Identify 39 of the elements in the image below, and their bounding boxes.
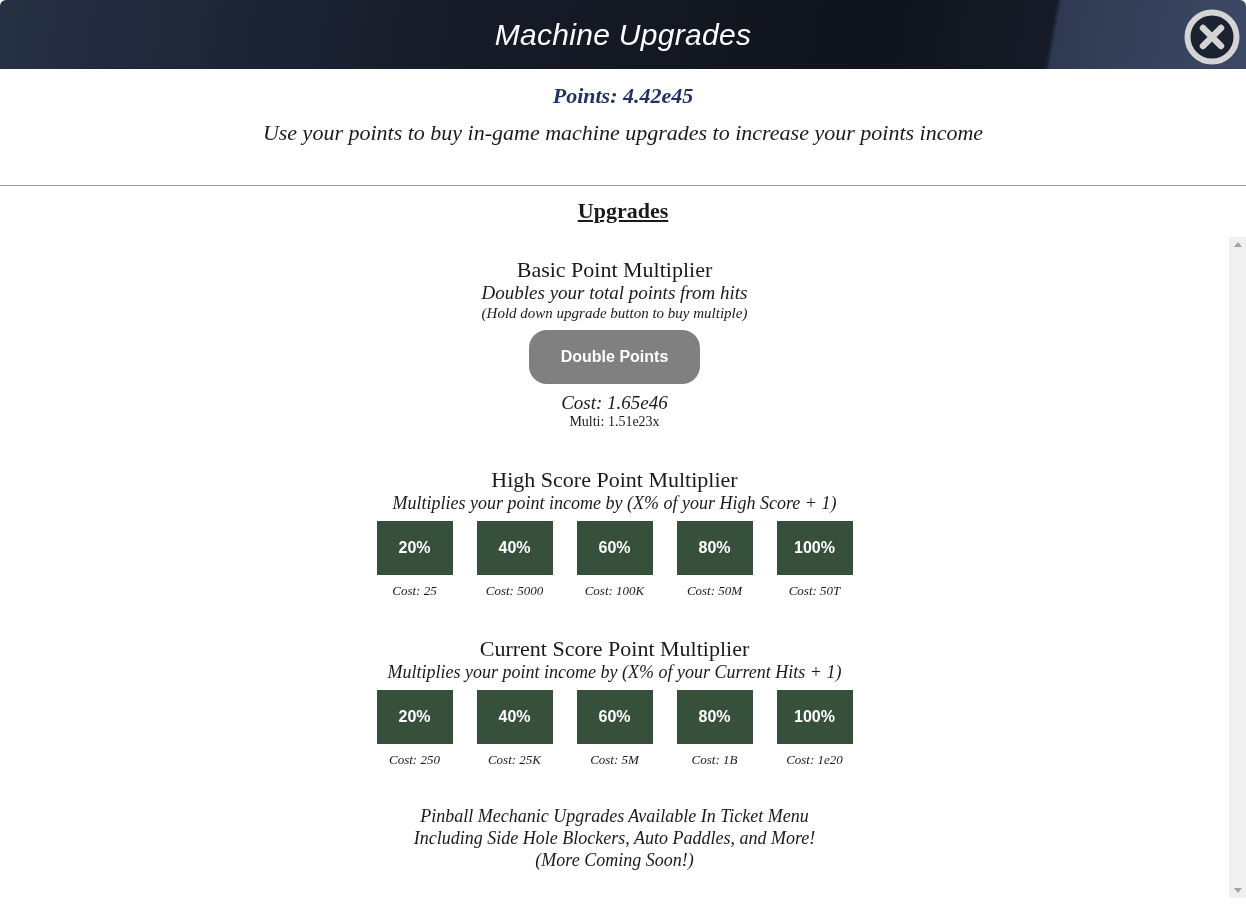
tier-cost-text: Cost: 5M (590, 752, 639, 768)
points-text: Points: 4.42e45 (552, 83, 694, 109)
tier-cost-text: Cost: 25K (487, 752, 542, 768)
window-title: Machine Upgrades (494, 17, 752, 52)
upgrade-title: Current Score Point Multiplier (479, 637, 750, 661)
scroll-down-icon[interactable] (1233, 888, 1242, 893)
tier-cost-text: Cost: 25 (392, 583, 437, 599)
section-heading: Upgrades (577, 198, 669, 224)
close-icon (1184, 9, 1240, 65)
tier-cost-text: Cost: 100K (584, 583, 645, 599)
cost-text: Cost: 1.65e46 (561, 392, 668, 414)
tier-cost-text: Cost: 250 (389, 752, 440, 768)
tier-cost-text: Cost: 50M (686, 583, 743, 599)
tier-cost-text: Cost: 1B (691, 752, 738, 768)
tier-button[interactable]: 20% (376, 521, 453, 575)
upgrade-description: Multiplies your point income by (X% of your Current Hits + 1) (387, 661, 842, 683)
tier-button[interactable]: 20% (376, 690, 453, 744)
upgrade-title: Basic Point Multiplier (516, 258, 713, 282)
tier-button[interactable]: 40% (476, 521, 553, 575)
tier-button[interactable]: 40% (476, 690, 553, 744)
scrollbar[interactable] (1229, 237, 1246, 898)
tier-button[interactable]: 60% (576, 690, 653, 744)
tier-button[interactable]: 80% (676, 690, 753, 744)
tier-cost-text: Cost: 5000 (485, 583, 544, 599)
close-button[interactable] (1184, 9, 1240, 65)
tier-cost-text: Cost: 1e20 (786, 752, 843, 768)
multiplier-text: Multi: 1.51e23x (569, 414, 660, 430)
upgrade-title: High Score Point Multiplier (491, 468, 738, 492)
tier-button[interactable]: 80% (676, 521, 753, 575)
tier-button[interactable]: 60% (576, 521, 653, 575)
upgrade-description: Multiplies your point income by (X% of your High Score + 1) (392, 492, 837, 514)
scroll-up-icon[interactable] (1233, 242, 1242, 247)
upgrade-description: Doubles your total points from hits (481, 282, 748, 304)
upgrade-note: (Hold down upgrade button to buy multiple) (481, 304, 748, 322)
tier-button[interactable]: 100% (776, 521, 853, 575)
intro-text: Use your points to buy in-game machine upgrades to increase your points income (262, 120, 984, 146)
info-text: Pinball Mechanic Upgrades Available In Ticket Menu Including Side Hole Blockers, Auto Paddles, and More! (More Coming Soon!) (413, 805, 816, 871)
tier-cost-text: Cost: 50T (788, 583, 841, 599)
tier-button[interactable]: 100% (776, 690, 853, 744)
